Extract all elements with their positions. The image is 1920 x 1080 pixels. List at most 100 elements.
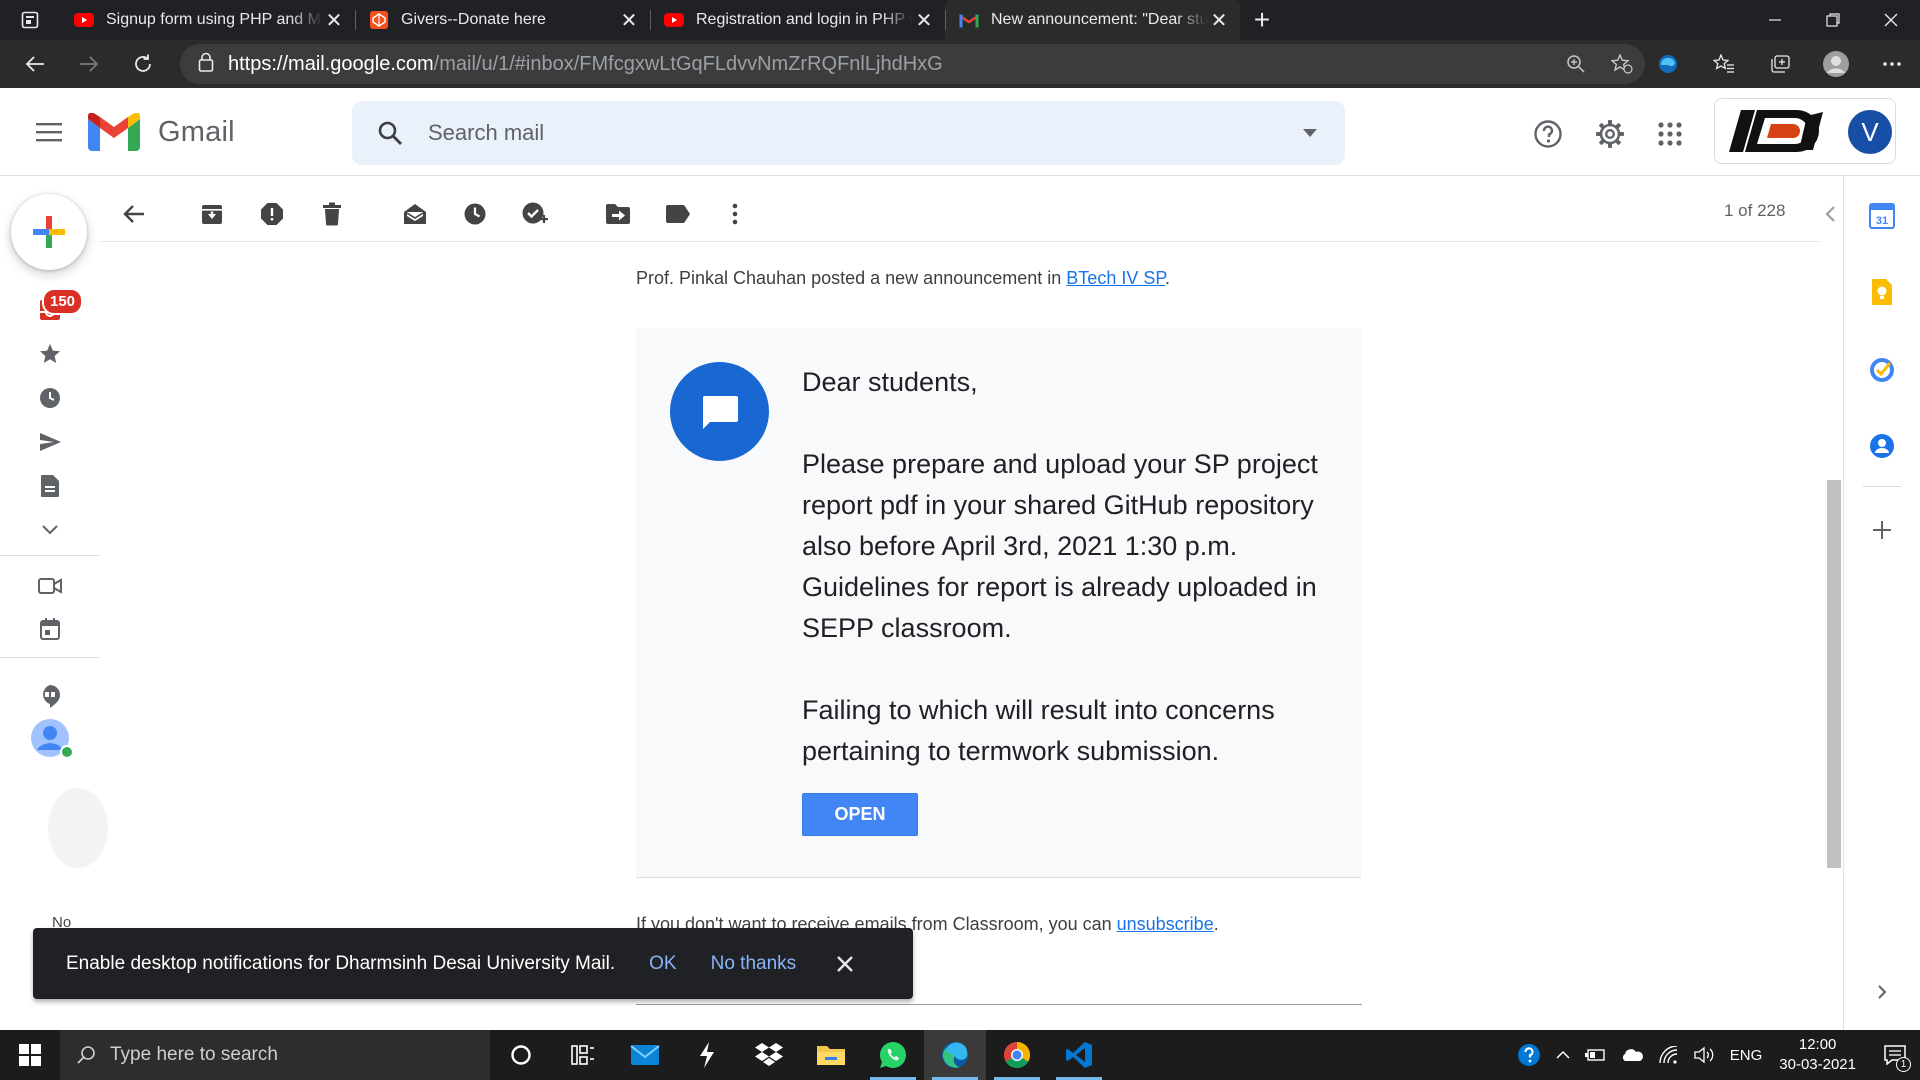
vscode-icon[interactable] (1048, 1030, 1110, 1080)
svg-text:31: 31 (1876, 215, 1888, 227)
onedrive-icon[interactable] (1620, 1048, 1644, 1062)
show-side-panel-chevron-icon[interactable] (1862, 972, 1902, 1012)
refresh-icon[interactable] (116, 40, 170, 88)
browser-tab[interactable]: Givers--Donate here ✕ (355, 0, 650, 40)
archive-icon[interactable] (192, 194, 232, 234)
minimize-icon[interactable] (1746, 0, 1804, 40)
windows-logo-icon (19, 1044, 41, 1066)
snoozed-nav[interactable] (28, 378, 72, 418)
online-status-dot (60, 745, 74, 759)
powerapp-icon[interactable] (676, 1030, 738, 1080)
send-icon (40, 433, 61, 451)
more-menu-icon[interactable] (1864, 61, 1920, 67)
add-to-tasks-icon[interactable] (515, 194, 555, 234)
profile-icon[interactable] (1808, 50, 1864, 78)
more-actions-icon[interactable] (715, 194, 755, 234)
lock-icon[interactable] (198, 52, 214, 77)
contacts-app-icon[interactable] (1862, 426, 1902, 466)
back-icon[interactable] (8, 40, 62, 88)
keep-app-icon[interactable] (1862, 272, 1902, 312)
browser-tab-active[interactable]: New announcement: "Dear stude ✕ (945, 0, 1240, 40)
starred-nav[interactable] (28, 334, 72, 374)
tab-close-icon[interactable]: ✕ (1208, 9, 1230, 32)
search-options-icon[interactable] (1275, 129, 1345, 137)
message-pager: 1 of 228 (1724, 201, 1786, 220)
body-paragraph: Failing to which will result into concer… (802, 695, 1275, 766)
show-hidden-icons-chevron[interactable] (1556, 1050, 1570, 1060)
open-button[interactable]: OPEN (802, 793, 918, 836)
class-link[interactable]: BTech IV SP (1066, 268, 1165, 288)
back-to-inbox-icon[interactable] (114, 194, 154, 234)
sent-nav[interactable] (28, 422, 72, 462)
apps-grid-icon[interactable] (1650, 114, 1690, 154)
unsubscribe-link[interactable]: unsubscribe (1117, 914, 1214, 934)
main-menu-icon[interactable] (28, 116, 70, 148)
task-view-icon[interactable] (552, 1030, 614, 1080)
tab-close-icon[interactable]: ✕ (323, 9, 345, 32)
input-language[interactable]: ENG (1730, 1047, 1763, 1064)
taskbar-search-box[interactable]: Type here to search (60, 1030, 490, 1080)
drafts-nav[interactable] (28, 466, 72, 506)
restore-icon[interactable] (1804, 0, 1862, 40)
snackbar-no-thanks-button[interactable]: No thanks (711, 953, 797, 975)
browser-tab[interactable]: Signup form using PHP and MyS ✕ (60, 0, 355, 40)
delete-icon[interactable] (312, 194, 352, 234)
new-tab-button[interactable]: + (1240, 0, 1284, 40)
favorite-add-icon[interactable] (1599, 54, 1645, 74)
favorites-icon[interactable] (1696, 54, 1752, 74)
meet-my-meetings[interactable] (28, 609, 72, 649)
snackbar-ok-button[interactable]: OK (649, 953, 676, 975)
system-clock[interactable]: 12:00 30-03-2021 (1779, 1035, 1856, 1075)
clock-icon (40, 388, 60, 408)
gmail-logo[interactable]: Gmail (88, 113, 235, 151)
mail-app-icon[interactable] (614, 1030, 676, 1080)
calendar-app-icon[interactable]: 31 (1862, 196, 1902, 236)
chrome-icon[interactable] (986, 1030, 1048, 1080)
search-icon[interactable] (352, 120, 428, 146)
browser-tab[interactable]: Registration and login in PHP wit ✕ (650, 0, 945, 40)
tab-actions-button[interactable] (0, 0, 60, 40)
collections-icon[interactable] (1752, 54, 1808, 74)
action-center-icon[interactable]: 1 (1870, 1030, 1920, 1080)
search-input[interactable] (428, 120, 1275, 146)
url-host: https://mail.google.com (228, 52, 434, 75)
help-icon[interactable] (1528, 114, 1568, 154)
forward-icon[interactable] (62, 40, 116, 88)
battery-icon[interactable] (1584, 1048, 1606, 1062)
cortana-icon[interactable] (490, 1030, 552, 1080)
settings-gear-icon[interactable] (1590, 114, 1630, 154)
label-icon[interactable] (658, 194, 698, 234)
mark-unread-icon[interactable] (395, 194, 435, 234)
wifi-icon[interactable] (1658, 1046, 1680, 1064)
snackbar-message: Enable desktop notifications for Dharmsi… (66, 952, 616, 974)
dropbox-icon[interactable] (738, 1030, 800, 1080)
hangouts-nav[interactable] (28, 676, 72, 716)
file-explorer-icon[interactable] (800, 1030, 862, 1080)
zoom-icon[interactable] (1553, 54, 1599, 74)
help-tray-icon[interactable] (1516, 1042, 1542, 1068)
url-text: https://mail.google.com/mail/u/1/#inbox/… (228, 53, 943, 76)
side-panel: 31 (1843, 176, 1920, 1030)
start-button[interactable] (0, 1030, 60, 1080)
edge-browser-icon[interactable] (924, 1030, 986, 1080)
snackbar-close-icon[interactable] (830, 955, 860, 973)
edge-extension-icon[interactable] (1640, 53, 1696, 75)
report-spam-icon[interactable] (252, 194, 292, 234)
more-nav[interactable] (28, 510, 72, 550)
snooze-icon[interactable] (455, 194, 495, 234)
tab-close-icon[interactable]: ✕ (913, 9, 935, 32)
tasks-app-icon[interactable] (1862, 350, 1902, 390)
whatsapp-icon[interactable] (862, 1030, 924, 1080)
volume-icon[interactable] (1694, 1046, 1716, 1064)
meet-new-meeting[interactable] (28, 566, 72, 606)
address-bar[interactable]: https://mail.google.com/mail/u/1/#inbox/… (180, 44, 1645, 84)
close-window-icon[interactable] (1862, 0, 1920, 40)
move-to-icon[interactable] (598, 194, 638, 234)
scrollbar-thumb[interactable] (1827, 480, 1841, 868)
compose-button[interactable] (11, 194, 87, 270)
search-bar[interactable] (352, 101, 1345, 165)
hangouts-contact-avatar[interactable] (48, 788, 108, 868)
tab-close-icon[interactable]: ✕ (618, 9, 640, 32)
get-addons-plus-icon[interactable] (1862, 510, 1902, 550)
account-avatar[interactable]: V (1848, 110, 1892, 154)
